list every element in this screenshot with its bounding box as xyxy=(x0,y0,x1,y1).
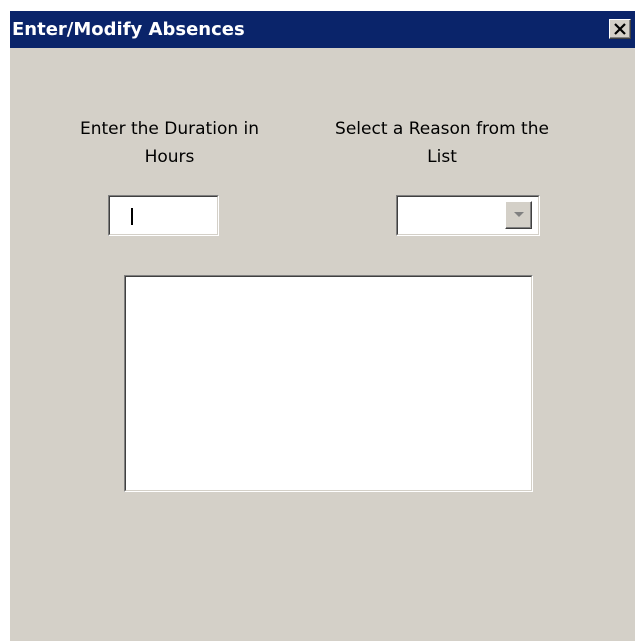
absences-dialog: Enter/Modify Absences Enter the Duration… xyxy=(10,11,635,641)
reason-dropdown-button[interactable] xyxy=(505,201,532,229)
dialog-title: Enter/Modify Absences xyxy=(12,19,245,40)
text-caret xyxy=(131,208,133,225)
close-button[interactable] xyxy=(609,19,631,39)
reason-combobox[interactable] xyxy=(396,195,540,236)
duration-field[interactable] xyxy=(108,195,219,236)
reason-label: Select a Reason from the List xyxy=(335,119,549,167)
title-bar[interactable]: Enter/Modify Absences xyxy=(10,11,635,48)
close-icon xyxy=(614,23,626,35)
duration-label: Enter the Duration in Hours xyxy=(79,119,260,167)
list-box-bevel xyxy=(125,276,532,491)
absence-list-box[interactable] xyxy=(124,275,533,492)
chevron-down-icon xyxy=(514,212,524,217)
duration-input[interactable] xyxy=(111,198,216,233)
